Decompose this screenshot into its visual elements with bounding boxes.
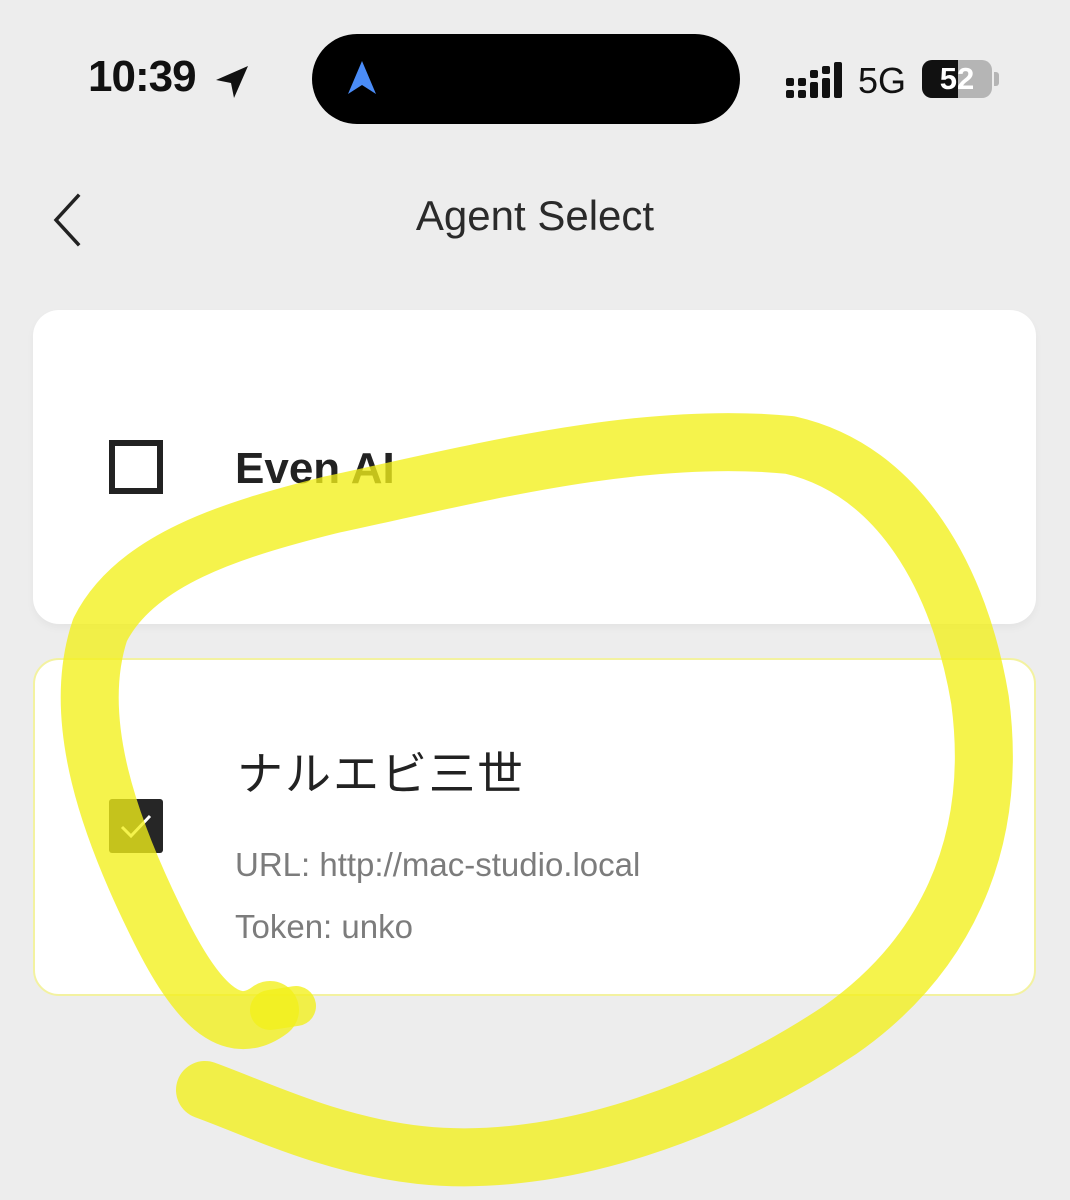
battery-icon: 52 (922, 60, 992, 98)
signal-icon (786, 62, 842, 98)
agent-card-even-ai[interactable]: Even AI (33, 310, 1036, 624)
page-title: Agent Select (415, 192, 655, 239)
agent-token: Token: unko (235, 908, 413, 945)
battery-cap (994, 72, 999, 86)
status-bar: 10:39 5G 52 (0, 0, 1070, 150)
agent-name: ナルエビ三世 (237, 748, 525, 800)
network-type: 5G (858, 60, 907, 101)
agent-checkbox-checked[interactable] (109, 799, 163, 853)
checkmark-icon (120, 814, 152, 839)
agent-card-naruebi[interactable]: ナルエビ三世 URL: http://mac-studio.local Toke… (33, 658, 1036, 996)
location-arrow-icon (216, 66, 248, 98)
agent-url: URL: http://mac-studio.local (235, 846, 641, 883)
dynamic-island (312, 34, 740, 124)
agent-name: Even AI (235, 444, 395, 493)
battery-level: 52 (939, 61, 975, 96)
agent-checkbox-unchecked[interactable] (109, 440, 163, 494)
navigation-icon (348, 61, 376, 94)
status-time: 10:39 (88, 52, 197, 101)
